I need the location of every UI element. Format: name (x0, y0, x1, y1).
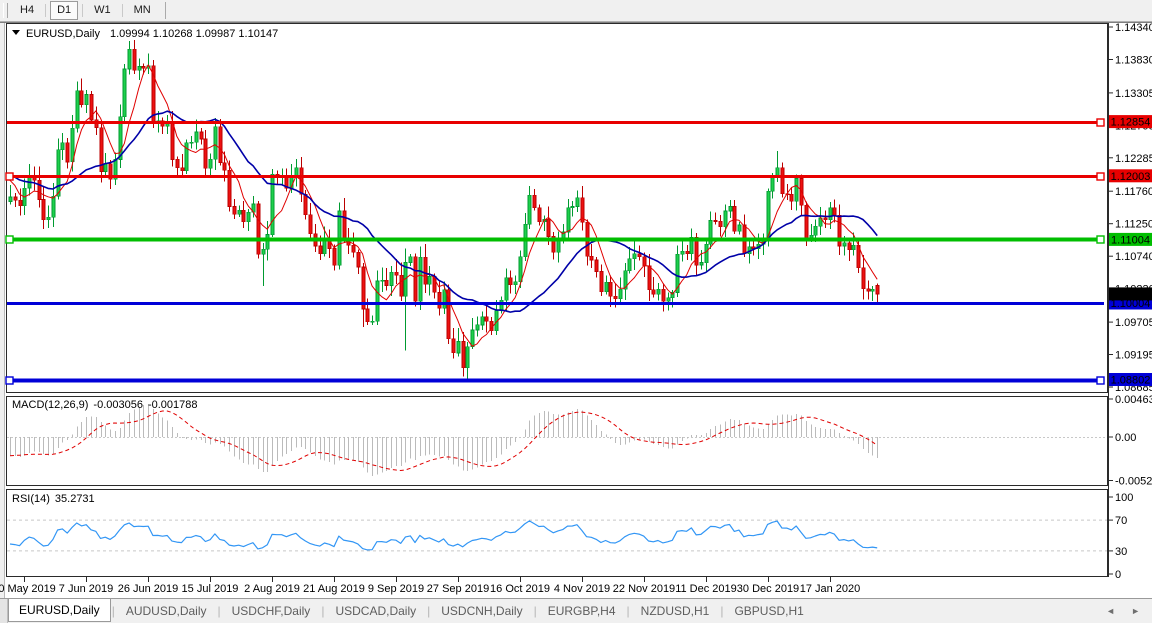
chart-tab-USDCAD-Daily[interactable]: USDCAD,Daily (325, 601, 426, 622)
toolbar-button-separator (45, 4, 46, 17)
macd-axis-tick: 0.00 (1115, 432, 1136, 444)
macd-axis-tick: 0.00463 (1115, 394, 1152, 406)
chart-tab-USDCNH-Daily[interactable]: USDCNH,Daily (431, 601, 532, 622)
price-axis-tick: 1.12285 (1115, 153, 1152, 165)
date-axis-label: 21 Aug 2019 (303, 583, 365, 595)
chart-symbol: EURUSD,Daily (26, 28, 100, 40)
price-axis-tick: 1.10740 (1115, 251, 1152, 263)
chart-tab-bar: EURUSD,Daily|AUDUSD,Daily|USDCHF,Daily|U… (0, 598, 1152, 623)
tab-scroll-left-icon[interactable]: ◄ (1106, 606, 1115, 616)
macd-label: MACD(12,26,9)-0.003056-0.001788 (12, 399, 198, 411)
current-price-label: 1.10147 (1111, 289, 1151, 301)
date-axis-label: 7 Jun 2019 (59, 583, 113, 595)
price-axis-tick: 1.11250 (1115, 219, 1152, 231)
price-axis-tick: 1.09195 (1115, 350, 1152, 362)
price-axis-tick: 1.09705 (1115, 317, 1152, 329)
chart-tab-GBPUSD-H1[interactable]: GBPUSD,H1 (724, 601, 813, 622)
date-axis-label: 16 Oct 2019 (490, 583, 550, 595)
chart-canvas[interactable]: 1.143401.138301.133051.127951.122851.117… (0, 22, 1152, 598)
chart-ohlc-values: 1.09994 1.10268 1.09987 1.10147 (110, 28, 278, 40)
date-axis-label: 11 Dec 2019 (675, 583, 737, 595)
date-axis-label: 27 Sep 2019 (427, 583, 489, 595)
line-handle[interactable] (6, 173, 13, 180)
date-axis-label: 30 Dec 2019 (737, 583, 799, 595)
toolbar-button-separator (82, 4, 83, 17)
chart-tab-EURUSD-Daily[interactable]: EURUSD,Daily (8, 599, 111, 622)
chart-tab-NZDUSD-H1[interactable]: NZDUSD,H1 (631, 601, 720, 622)
rsi-axis-tick: 30 (1115, 546, 1127, 558)
timeframe-buttons: H4 D1 W1 MN (12, 0, 159, 21)
rsi-axis-tick: 0 (1115, 569, 1121, 581)
rsi-axis-tick: 100 (1115, 492, 1133, 504)
tab-bar-left-strip (0, 599, 8, 623)
chart-tab-EURGBP-H4[interactable]: EURGBP,H4 (538, 601, 626, 622)
chart-tab-USDCHF-Daily[interactable]: USDCHF,Daily (222, 601, 321, 622)
chart-background (0, 22, 1152, 598)
tab-scroll-arrows: ◄ ► (1106, 599, 1140, 623)
price-axis-tick: 1.13305 (1115, 88, 1152, 100)
line-handle[interactable] (1097, 119, 1104, 126)
chart-left-strip (0, 23, 4, 598)
price-axis-tick: 1.14340 (1115, 22, 1152, 34)
date-axis-label: 4 Nov 2019 (554, 583, 610, 595)
toolbar-button-separator (122, 4, 123, 17)
date-axis-label: 26 Jun 2019 (118, 583, 179, 595)
timeframe-button-D1[interactable]: D1 (50, 1, 78, 20)
hline-price-label: 1.08802 (1111, 375, 1151, 387)
date-axis-label: 9 Sep 2019 (368, 583, 424, 595)
line-handle[interactable] (1097, 377, 1104, 384)
toolbar-separator (165, 2, 166, 19)
hline-price-label: 1.12003 (1111, 171, 1151, 183)
tab-scroll-right-icon[interactable]: ► (1131, 606, 1140, 616)
date-axis-label: 22 Nov 2019 (613, 583, 675, 595)
toolbar-drag-handle[interactable] (3, 3, 8, 18)
timeframe-button-W1[interactable]: W1 (87, 1, 118, 20)
chart-tab-AUDUSD-Daily[interactable]: AUDUSD,Daily (116, 601, 217, 622)
chart-title: EURUSD,Daily 1.09994 1.10268 1.09987 1.10… (26, 28, 278, 40)
date-axis-label: 2 Aug 2019 (244, 583, 300, 595)
date-axis-label: 17 Jan 2020 (800, 583, 861, 595)
hline-price-label: 1.11004 (1111, 234, 1150, 246)
timeframe-button-MN[interactable]: MN (127, 1, 158, 20)
line-handle[interactable] (6, 377, 13, 384)
rsi-axis-tick: 70 (1115, 515, 1127, 527)
timeframe-button-H4[interactable]: H4 (13, 1, 41, 20)
chart-tabs: EURUSD,Daily|AUDUSD,Daily|USDCHF,Daily|U… (8, 599, 814, 623)
line-handle[interactable] (1097, 173, 1104, 180)
price-axis-tick: 1.11760 (1115, 186, 1152, 198)
hline-price-label: 1.12854 (1111, 117, 1151, 129)
macd-axis-tick: -0.005299 (1115, 476, 1152, 488)
line-handle[interactable] (1097, 236, 1104, 243)
date-axis-label: 20 May 2019 (0, 583, 56, 595)
date-axis-label: 15 Jul 2019 (182, 583, 239, 595)
timeframe-toolbar: H4 D1 W1 MN (0, 0, 1152, 22)
price-axis-tick: 1.13830 (1115, 55, 1152, 67)
line-handle[interactable] (6, 236, 13, 243)
